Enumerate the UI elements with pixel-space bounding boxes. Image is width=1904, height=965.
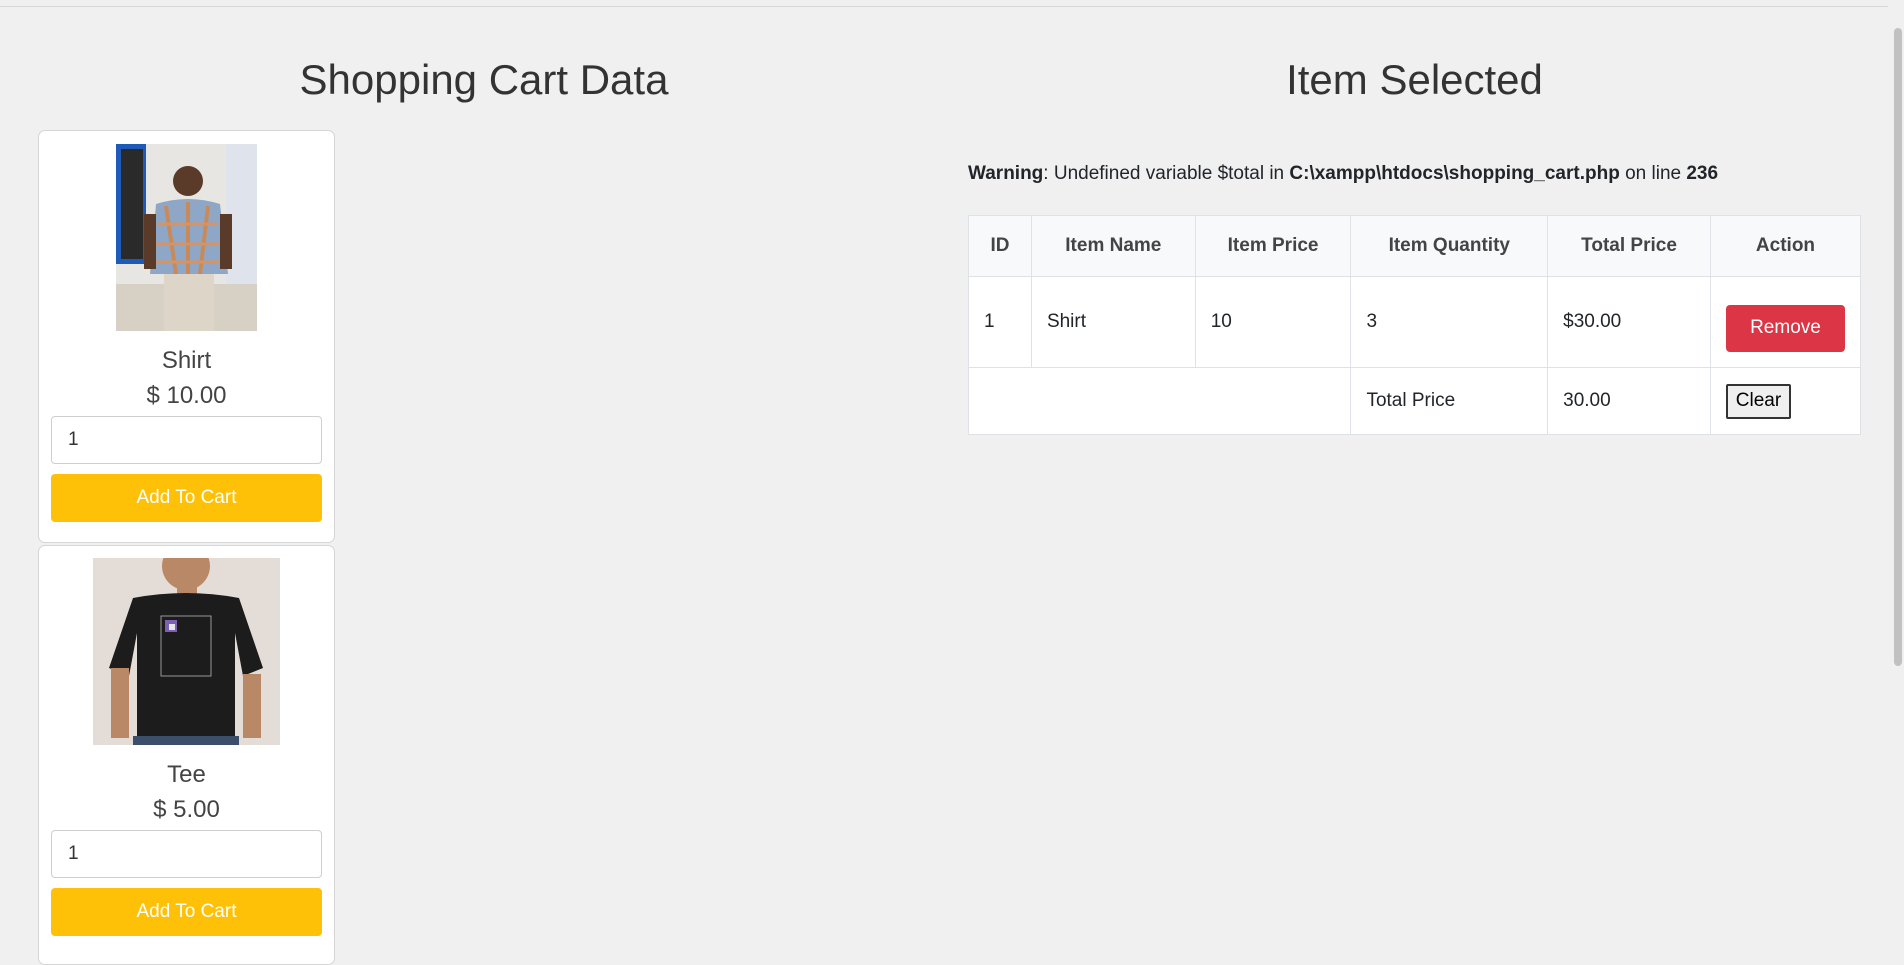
product-section-title: Shopping Cart Data (299, 56, 669, 103)
cell-action: Clear (1709, 367, 1862, 435)
product-price: $ 10.00 (146, 382, 227, 409)
column-header-item-name: Item Name (1030, 215, 1196, 277)
quantity-input[interactable] (51, 830, 322, 878)
total-price-label: Total Price (1350, 367, 1549, 435)
cell-action: Remove (1709, 276, 1862, 368)
product-card-shirt: Shirt $ 10.00 Add To Cart (38, 130, 335, 543)
top-divider (0, 6, 1904, 7)
total-price-value: 30.00 (1547, 367, 1711, 435)
warning-text: : Undefined variable $total in (1043, 163, 1290, 184)
remove-button[interactable]: Remove (1725, 304, 1845, 352)
add-to-cart-button[interactable]: Add To Cart (51, 474, 322, 522)
product-name: Shirt (161, 347, 212, 374)
table-total-row: Total Price 30.00 Clear (967, 367, 1862, 435)
cell-item-name: Shirt (1030, 276, 1196, 368)
column-header-total-price: Total Price (1547, 215, 1711, 277)
column-header-item-price: Item Price (1194, 215, 1352, 277)
php-warning-message: Warning: Undefined variable $total in C:… (968, 163, 1718, 185)
cart-table: ID Item Name Item Price Item Quantity To… (967, 215, 1862, 435)
shirt-product-image (116, 144, 257, 331)
product-name: Tee (167, 761, 206, 788)
warning-label: Warning (968, 163, 1044, 184)
column-header-id: ID (968, 215, 1032, 277)
table-row: 1 Shirt 10 3 $30.00 Remove (968, 276, 1862, 368)
product-card-tee: Tee $ 5.00 Add To Cart (38, 545, 335, 965)
scrollbar-thumb[interactable] (1894, 28, 1902, 666)
cell-item-quantity: 3 (1350, 276, 1549, 368)
warning-line-number: 236 (1686, 163, 1719, 184)
clear-button[interactable]: Clear (1725, 383, 1791, 419)
empty-cell (967, 367, 1352, 435)
quantity-input[interactable] (51, 416, 322, 464)
column-header-action: Action (1709, 215, 1862, 277)
cell-item-price: 10 (1194, 276, 1352, 368)
cell-total-price: $30.00 (1547, 276, 1711, 368)
warning-text: on line (1619, 163, 1687, 184)
column-header-item-quantity: Item Quantity (1350, 215, 1549, 277)
vertical-scrollbar[interactable] (1888, 0, 1904, 952)
product-price: $ 5.00 (153, 796, 220, 823)
table-header-row: ID Item Name Item Price Item Quantity To… (968, 215, 1862, 277)
cart-section-title: Item Selected (1286, 56, 1543, 103)
add-to-cart-button[interactable]: Add To Cart (51, 888, 322, 936)
cell-id: 1 (968, 276, 1032, 368)
tee-product-image (93, 558, 280, 745)
warning-file-path: C:\xampp\htdocs\shopping_cart.php (1289, 163, 1620, 184)
